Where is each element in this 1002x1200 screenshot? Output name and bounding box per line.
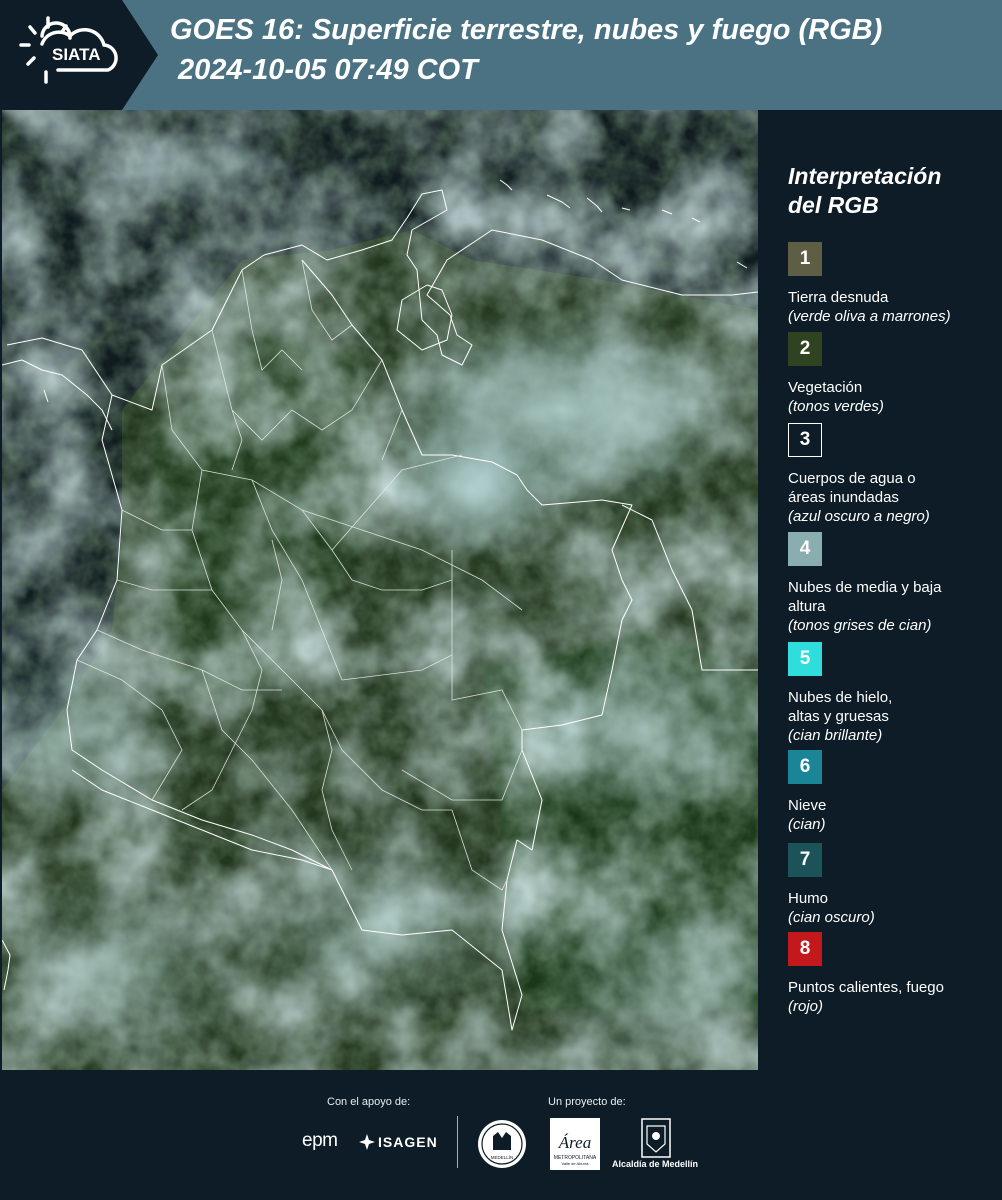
- legend-item-mid-low-clouds: 4 Nubes de media y baja altura (tonos gr…: [788, 532, 998, 635]
- project-label: Un proyecto de:: [548, 1096, 626, 1108]
- legend-item-snow: 6 Nieve (cian): [788, 750, 998, 834]
- legend-item-water: 3 Cuerpos de agua o áreas inundadas (azu…: [788, 423, 998, 526]
- footer-divider: [457, 1116, 458, 1168]
- legend-item-ice-clouds: 5 Nubes de hielo, altas y gruesas (cian …: [788, 642, 998, 745]
- legend-desc: (azul oscuro a negro): [788, 508, 930, 525]
- cloud-cover: [2, 110, 758, 1070]
- legend-title-line1: Interpretación: [788, 163, 942, 189]
- legend-swatch: 5: [788, 642, 822, 676]
- legend-label: Vegetación: [788, 379, 863, 396]
- seal-text: MEDELLÍN: [491, 1154, 514, 1160]
- alcaldia-shield: [641, 1118, 671, 1158]
- legend-panel: Interpretación del RGB 1 Tierra desnuda …: [760, 110, 1002, 1070]
- legend-desc: (tonos verdes): [788, 398, 884, 415]
- legend-item-smoke: 7 Humo (cian oscuro): [788, 843, 998, 927]
- legend-title: Interpretación del RGB: [788, 162, 988, 220]
- legend-swatch: 2: [788, 332, 822, 366]
- epm-logo: epm: [302, 1130, 338, 1151]
- legend-desc: (cian brillante): [788, 727, 883, 744]
- legend-label: Nieve: [788, 797, 827, 814]
- legend-item-fire: 8 Puntos calientes, fuego (rojo): [788, 932, 998, 1016]
- legend-item-bare-ground: 1 Tierra desnuda (verde oliva a marrones…: [788, 242, 998, 326]
- satellite-map[interactable]: [2, 110, 758, 1070]
- legend-label: Cuerpos de agua o áreas inundadas: [788, 470, 916, 506]
- legend-swatch: 6: [788, 750, 822, 784]
- legend-title-line2: del RGB: [788, 192, 879, 218]
- legend-desc: (cian): [788, 816, 826, 833]
- legend-desc: (rojo): [788, 998, 824, 1015]
- legend-swatch: 4: [788, 532, 822, 566]
- legend-label: Nubes de media y baja altura: [788, 579, 942, 615]
- legend-item-vegetation: 2 Vegetación (tonos verdes): [788, 332, 998, 416]
- legend-desc: (tonos grises de cian): [788, 617, 932, 634]
- legend-swatch: 3: [788, 423, 822, 457]
- logo-text: SIATA: [52, 45, 100, 64]
- page-title: GOES 16: Superficie terrestre, nubes y f…: [170, 14, 883, 46]
- legend-swatch: 7: [788, 843, 822, 877]
- siata-logo: SIATA: [0, 0, 158, 110]
- footer: Con el apoyo de: Un proyecto de: epm ISA…: [0, 1070, 1002, 1200]
- timestamp: 2024-10-05 07:49 COT: [178, 54, 478, 86]
- isagen-logo: ISAGEN: [378, 1134, 438, 1150]
- area-text: Área: [558, 1133, 591, 1152]
- legend-desc: (cian oscuro): [788, 909, 875, 926]
- medellin-seal: MEDELLÍN: [478, 1120, 526, 1168]
- area-sub2: Valle de Aburrá: [561, 1161, 589, 1166]
- map-canvas: [2, 110, 758, 1070]
- legend-label: Humo: [788, 890, 829, 907]
- legend-swatch: 1: [788, 242, 822, 276]
- legend-desc: (verde oliva a marrones): [788, 308, 951, 325]
- support-label: Con el apoyo de:: [327, 1096, 411, 1108]
- legend-label: Puntos calientes, fuego: [788, 979, 944, 996]
- legend-label: Nubes de hielo, altas y gruesas: [788, 689, 893, 725]
- header-banner: SIATA GOES 16: Superficie terrestre, nub…: [0, 0, 1002, 110]
- legend-swatch: 8: [788, 932, 822, 966]
- alcaldia-caption: Alcaldía de Medellín: [612, 1159, 699, 1169]
- isagen-logo-mark: [359, 1134, 375, 1150]
- area-metropolitana-logo: Área METROPOLITANA Valle de Aburrá: [550, 1118, 600, 1170]
- legend-label: Tierra desnuda: [788, 289, 889, 306]
